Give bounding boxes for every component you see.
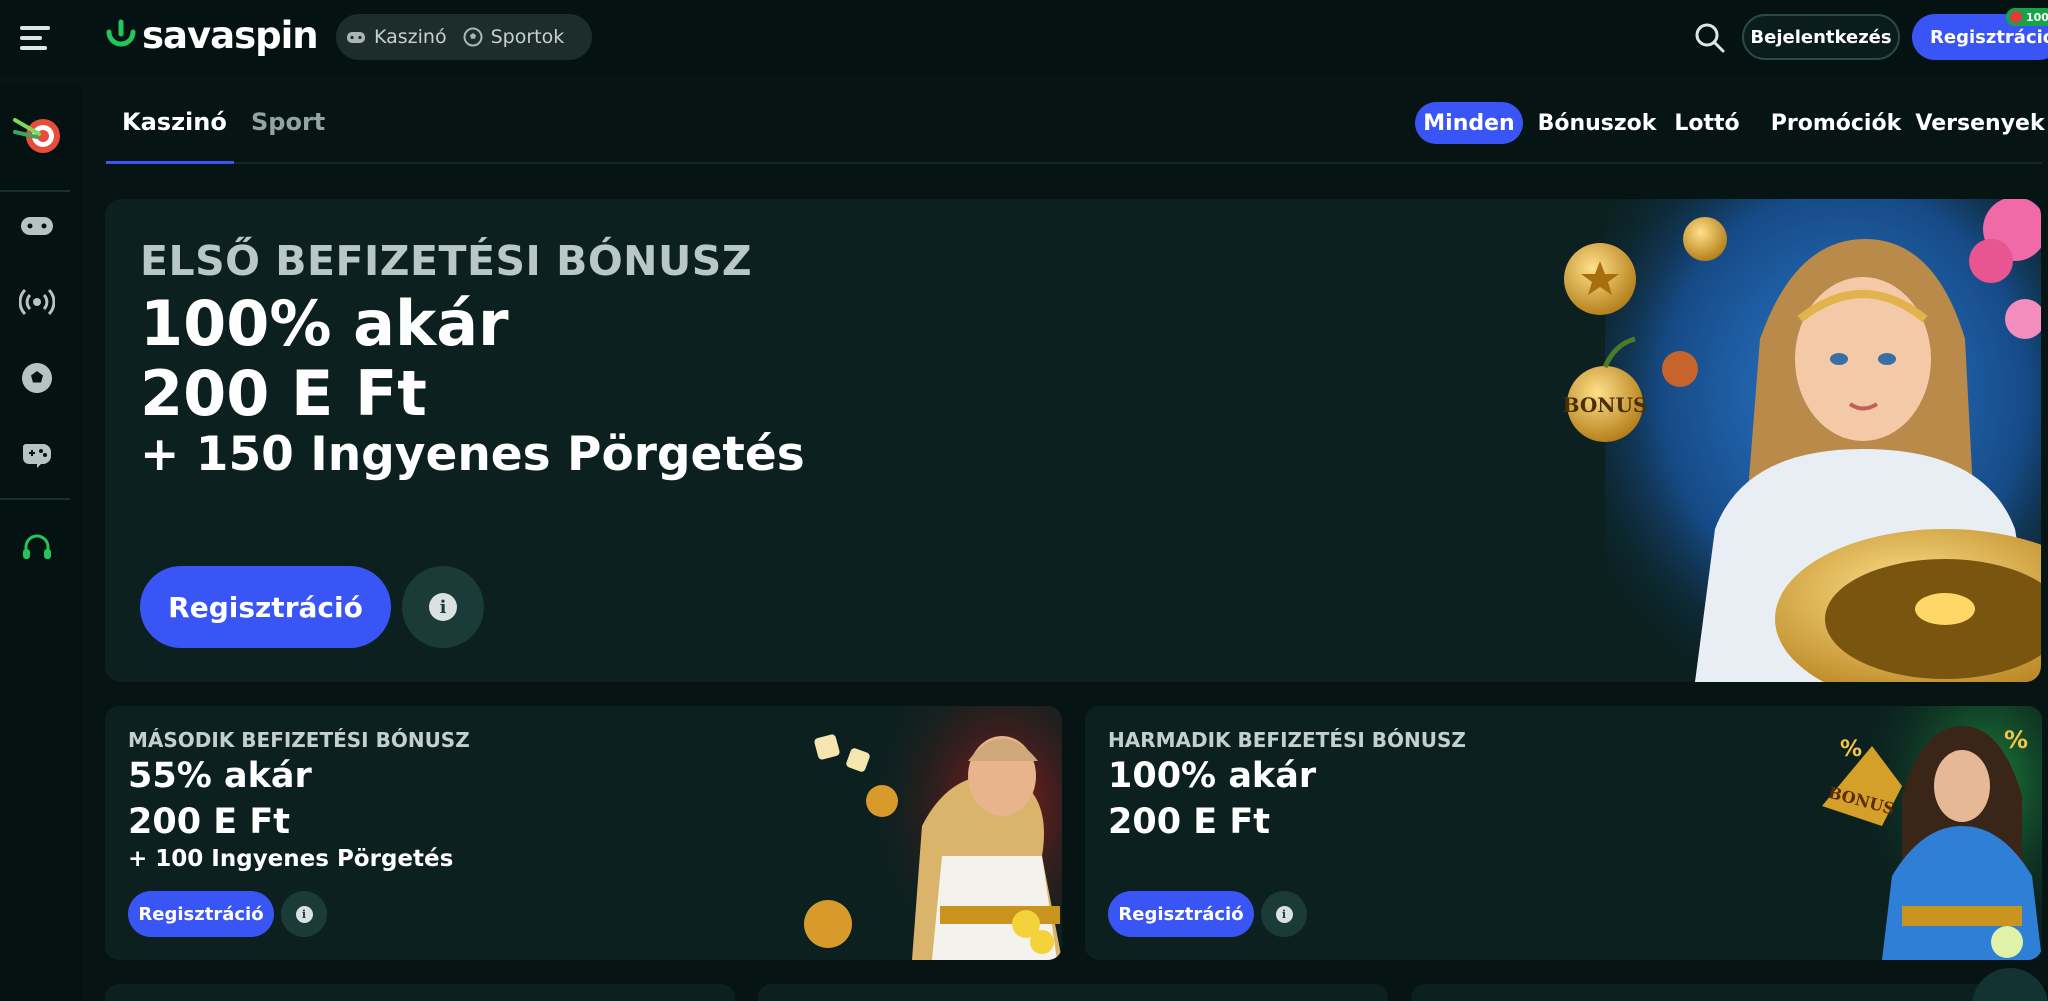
apple-bonus-text: BONUS — [1563, 393, 1648, 417]
gamepad-icon — [21, 217, 53, 235]
sidebar-item-virtual[interactable] — [17, 434, 57, 474]
promo-card-peek — [105, 984, 735, 1001]
darts-target-icon — [13, 118, 60, 153]
product-switcher: Kaszinó Sportok — [336, 14, 592, 60]
nav-sports[interactable]: Sportok — [463, 26, 565, 48]
svg-text:%: % — [1840, 737, 1862, 762]
hero-register-button[interactable]: Regisztráció — [140, 566, 391, 648]
info-icon: i — [295, 905, 313, 923]
sidebar — [0, 84, 82, 1001]
filter-lotto[interactable]: Lottó — [1671, 102, 1743, 144]
first-deposit-bonus-banner: ELSŐ BEFIZETÉSI BÓNUSZ 100% akár 200 E F… — [105, 199, 2041, 682]
top-bar: savaspin Kaszinó Sportok Bejelentkezés R… — [0, 0, 2048, 75]
menu-icon[interactable] — [20, 26, 50, 50]
gamepad-icon — [347, 32, 365, 43]
card-register-button[interactable]: Regisztráció — [128, 891, 274, 937]
support-headset-icon — [23, 534, 51, 559]
sidebar-divider — [0, 498, 70, 500]
tab-sport[interactable]: Sport — [251, 108, 325, 136]
hero-amount: 200 E Ft — [140, 357, 427, 430]
card-info-button[interactable]: i — [1261, 891, 1307, 937]
active-tab-indicator — [106, 161, 234, 164]
hero-percentage: 100% akár — [140, 287, 509, 360]
soccer-ball-icon — [22, 363, 52, 393]
sidebar-item-live[interactable] — [17, 282, 57, 322]
card-pre-title: HARMADIK BEFIZETÉSI BÓNUSZ — [1108, 728, 1466, 752]
card-register-button[interactable]: Regisztráció — [1108, 891, 1254, 937]
card-pre-title: MÁSODIK BEFIZETÉSI BÓNUSZ — [128, 728, 470, 752]
tab-casino[interactable]: Kaszinó — [122, 108, 227, 136]
nav-casino[interactable]: Kaszinó — [346, 26, 447, 48]
hero-pre-title: ELSŐ BEFIZETÉSI BÓNUSZ — [140, 237, 753, 285]
sidebar-item-sports[interactable] — [17, 358, 57, 398]
nav-casino-label: Kaszinó — [374, 26, 447, 48]
zeus-illustration — [804, 706, 1062, 960]
soccer-ball-icon — [463, 27, 483, 47]
sub-navigation: Kaszinó Sport Minden Bónuszok Lottó Prom… — [106, 84, 2045, 164]
live-broadcast-icon — [19, 288, 55, 316]
second-deposit-bonus-card: MÁSODIK BEFIZETÉSI BÓNUSZ 55% akár 200 E… — [105, 706, 1062, 960]
sidebar-item-darts[interactable] — [9, 106, 65, 162]
filter-all[interactable]: Minden — [1415, 102, 1523, 144]
hero-info-button[interactable]: i — [402, 566, 484, 648]
goddess-illustration: BONUS — [1563, 199, 2041, 682]
promo-badge: 100 — [2006, 8, 2048, 26]
card-percentage: 100% akár — [1108, 756, 1317, 796]
gift-icon — [2010, 11, 2022, 23]
card-amount: 200 E Ft — [128, 802, 290, 842]
logo[interactable]: savaspin — [104, 10, 319, 60]
search-icon[interactable] — [1694, 22, 1726, 54]
card-percentage: 55% akár — [128, 756, 312, 796]
chat-support-button[interactable] — [1972, 968, 2048, 1001]
filter-bonuses[interactable]: Bónuszok — [1537, 102, 1657, 144]
promo-card-peek — [1411, 984, 2041, 1001]
logo-text: savaspin — [142, 13, 319, 57]
info-icon: i — [429, 593, 457, 621]
goddess-with-fan-illustration: BONUS % % — [1822, 706, 2042, 960]
filter-promotions[interactable]: Promóciók — [1756, 102, 1916, 144]
card-free-spins: + 100 Ingyenes Pörgetés — [128, 846, 454, 872]
info-icon: i — [1275, 905, 1293, 923]
promo-card-peek — [758, 984, 1388, 1001]
joystick-icon — [23, 444, 51, 468]
filter-tournaments[interactable]: Versenyek — [1915, 102, 2044, 144]
card-amount: 200 E Ft — [1108, 802, 1270, 842]
card-info-button[interactable]: i — [281, 891, 327, 937]
svg-text:%: % — [2004, 726, 2028, 754]
sidebar-item-casino[interactable] — [17, 206, 57, 246]
login-button[interactable]: Bejelentkezés — [1742, 14, 1900, 60]
logo-mark-icon — [106, 19, 136, 47]
third-deposit-bonus-card: HARMADIK BEFIZETÉSI BÓNUSZ 100% akár 200… — [1085, 706, 2042, 960]
sidebar-item-support[interactable] — [17, 528, 57, 568]
nav-sports-label: Sportok — [490, 26, 565, 48]
hero-free-spins: + 150 Ingyenes Pörgetés — [140, 427, 805, 482]
promo-badge-count: 100 — [2026, 10, 2048, 24]
sidebar-divider — [0, 190, 70, 192]
